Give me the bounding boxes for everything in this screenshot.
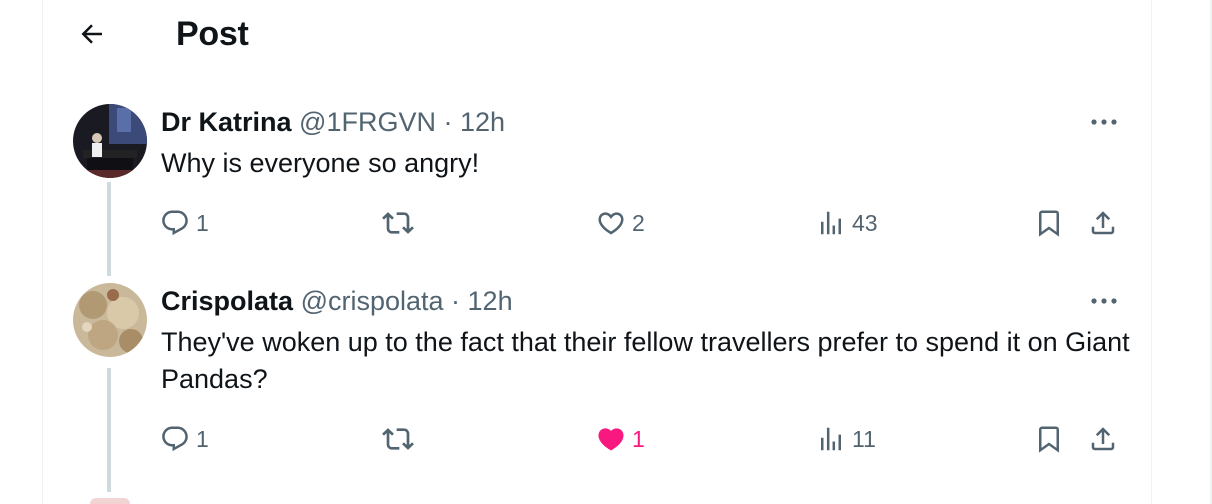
more-options-button[interactable] [1086, 110, 1122, 134]
like-button[interactable]: 1 [596, 421, 645, 457]
analytics-icon [816, 424, 846, 454]
avatar[interactable] [73, 104, 147, 178]
ellipsis-icon [1089, 297, 1119, 305]
reply-button[interactable]: 1 [160, 421, 209, 457]
share-button[interactable] [1088, 205, 1118, 241]
more-options-button[interactable] [1086, 289, 1122, 313]
heart-filled-icon [596, 424, 626, 454]
author-handle[interactable]: @1FRGVN [299, 107, 436, 137]
timestamp[interactable]: · 12h [451, 286, 513, 316]
page-title: Post [176, 15, 249, 53]
tweet-header: Crispolata @crispolata · 12h [161, 285, 513, 317]
thread-line [107, 182, 111, 276]
share-icon [1088, 208, 1118, 238]
timestamp[interactable]: · 12h [444, 107, 506, 137]
author-handle[interactable]: @crispolata [301, 286, 444, 316]
reply-count: 1 [196, 425, 209, 452]
back-button[interactable] [70, 12, 114, 56]
arrow-left-icon [77, 19, 107, 49]
tweet-text: They've woken up to the fact that their … [161, 327, 1130, 394]
views-button[interactable]: 11 [816, 421, 876, 457]
ellipsis-icon [1089, 118, 1119, 126]
reply-icon [160, 424, 190, 454]
reply-button[interactable]: 1 [160, 205, 209, 241]
tweet-text: Why is everyone so angry! [161, 148, 480, 178]
share-icon [1088, 424, 1118, 454]
author-name[interactable]: Crispolata [161, 286, 293, 316]
repost-icon [382, 423, 414, 455]
bookmark-button[interactable] [1034, 421, 1064, 457]
share-button[interactable] [1088, 421, 1118, 457]
next-avatar-peek [90, 498, 130, 504]
view-count: 11 [852, 425, 876, 452]
analytics-icon [816, 208, 846, 238]
repost-icon [382, 207, 414, 239]
like-count: 1 [632, 425, 645, 452]
thread-line [107, 368, 111, 492]
like-button[interactable]: 2 [596, 205, 645, 241]
like-count: 2 [632, 209, 645, 236]
bookmark-icon [1034, 424, 1064, 454]
reply-count: 1 [196, 209, 209, 236]
view-count: 43 [852, 209, 878, 236]
avatar[interactable] [73, 283, 147, 357]
reply-icon [160, 208, 190, 238]
heart-outline-icon [596, 208, 626, 238]
repost-button[interactable] [382, 205, 414, 241]
views-button[interactable]: 43 [816, 205, 878, 241]
author-name[interactable]: Dr Katrina [161, 107, 292, 137]
bookmark-button[interactable] [1034, 205, 1064, 241]
tweet-header: Dr Katrina @1FRGVN · 12h [161, 106, 505, 138]
repost-button[interactable] [382, 421, 414, 457]
bookmark-icon [1034, 208, 1064, 238]
